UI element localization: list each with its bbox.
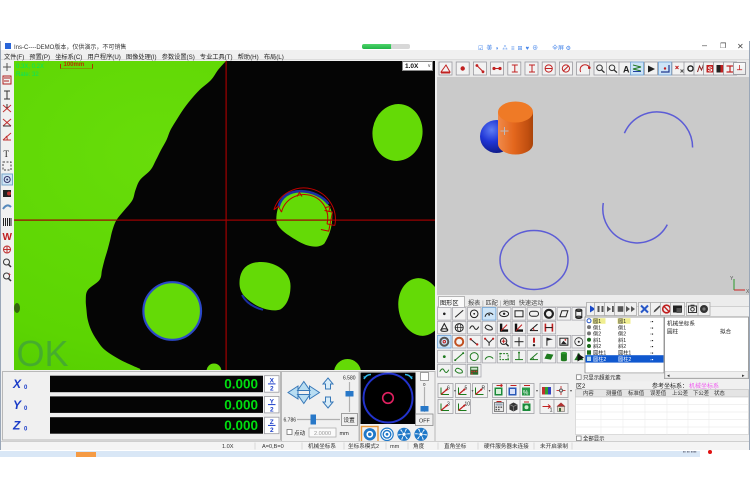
svg-text:直角坐标: 直角坐标 bbox=[444, 442, 467, 450]
svg-text:未开启录制: 未开启录制 bbox=[540, 442, 568, 450]
svg-text:1.0X: 1.0X bbox=[222, 444, 234, 450]
svg-text:mm: mm bbox=[390, 444, 400, 450]
svg-text:坐标系模式2: 坐标系模式2 bbox=[348, 442, 379, 450]
svg-text:机械坐标系: 机械坐标系 bbox=[308, 442, 336, 450]
svg-text:角度: 角度 bbox=[413, 442, 425, 450]
svg-text:A=0,B=0: A=0,B=0 bbox=[262, 444, 284, 450]
svg-text:硬件服务器未连接: 硬件服务器未连接 bbox=[484, 442, 529, 450]
